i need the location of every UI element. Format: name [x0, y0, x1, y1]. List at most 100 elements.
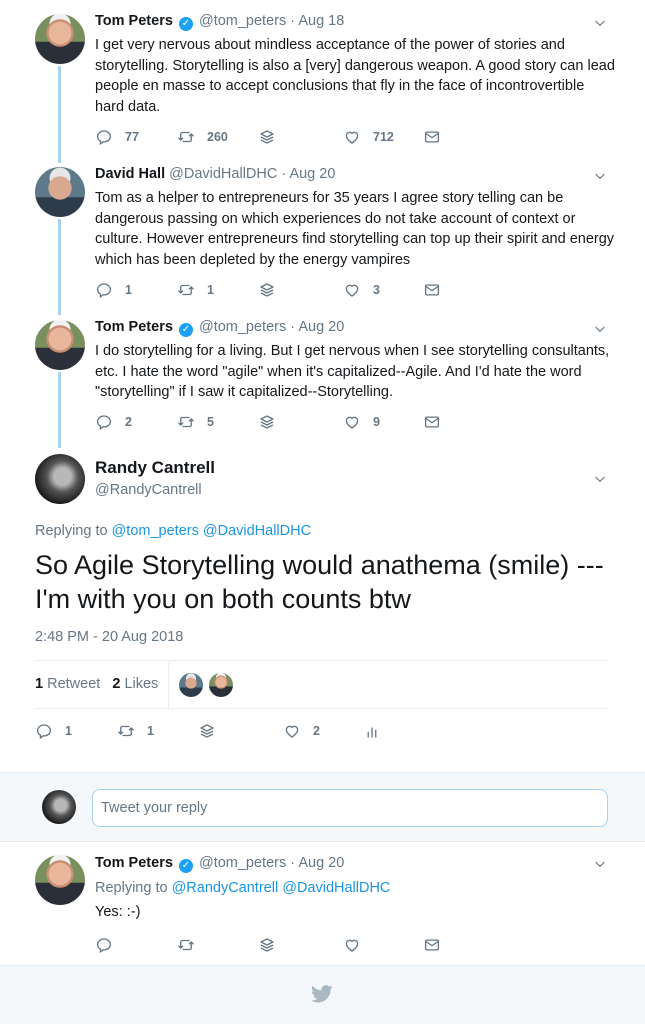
tweet-header: Tom Peters ✓ @tom_peters · Aug 18: [95, 13, 344, 31]
liker-avatar[interactable]: [209, 673, 233, 697]
reply-button[interactable]: 77: [95, 128, 139, 146]
chevron-down-icon[interactable]: [593, 169, 607, 183]
message-button[interactable]: [423, 936, 441, 954]
stack-icon: [258, 281, 276, 299]
avatar[interactable]: [35, 855, 85, 905]
tweet-date[interactable]: Aug 20: [289, 166, 335, 182]
author-handle[interactable]: @tom_peters: [199, 319, 286, 335]
retweet-count: 1: [207, 283, 214, 297]
reply-icon: [95, 281, 113, 299]
tweet[interactable]: Tom Peters ✓ @tom_peters · Aug 20 Replyi…: [0, 842, 645, 964]
stack-icon: [258, 413, 276, 431]
like-stat[interactable]: 2 Likes: [112, 676, 158, 692]
like-button[interactable]: [343, 936, 361, 954]
stack-button[interactable]: [258, 936, 276, 954]
tweet[interactable]: Tom Peters ✓ @tom_peters · Aug 18 I get …: [0, 0, 645, 163]
reply-input[interactable]: Tweet your reply: [92, 789, 608, 827]
message-button[interactable]: [423, 281, 441, 299]
retweet-button[interactable]: [177, 936, 195, 954]
liker-avatar[interactable]: [179, 673, 203, 697]
divider: [35, 708, 608, 709]
reply-icon: [35, 722, 53, 740]
reply-count: 77: [125, 130, 139, 144]
tweet-date[interactable]: Aug 20: [298, 319, 344, 335]
stack-button[interactable]: [258, 281, 276, 299]
retweet-stat[interactable]: 1 Retweet: [35, 676, 100, 692]
author-handle[interactable]: @tom_peters: [199, 855, 286, 871]
verified-badge-icon: ✓: [178, 17, 193, 31]
avatar[interactable]: [35, 320, 85, 370]
author-handle[interactable]: @tom_peters: [199, 13, 286, 29]
chevron-down-icon[interactable]: [593, 857, 607, 871]
stat-divider: [168, 662, 169, 708]
retweet-icon: [177, 128, 195, 146]
verified-badge-icon: ✓: [178, 859, 193, 873]
like-count: 9: [373, 415, 380, 429]
separator-dot: ·: [290, 13, 296, 29]
tweet-header: David Hall @DavidHallDHC · Aug 20: [95, 166, 335, 182]
tweet-date[interactable]: Aug 20: [298, 855, 344, 871]
stack-button[interactable]: [198, 722, 216, 740]
author-name[interactable]: Tom Peters: [95, 319, 173, 335]
tweet-date[interactable]: Aug 18: [298, 13, 344, 29]
author-handle[interactable]: @DavidHallDHC: [169, 166, 277, 182]
reply-icon: [95, 128, 113, 146]
reply-button[interactable]: [95, 936, 113, 954]
like-button[interactable]: 9: [343, 413, 380, 431]
author-name[interactable]: David Hall: [95, 166, 165, 182]
chevron-down-icon[interactable]: [593, 322, 607, 336]
retweet-count: 1: [147, 724, 154, 738]
avatar[interactable]: [35, 14, 85, 64]
message-button[interactable]: [423, 128, 441, 146]
retweet-stat-count: 1: [35, 676, 44, 692]
author-name[interactable]: Randy Cantrell: [95, 458, 215, 478]
reply-count: 2: [125, 415, 132, 429]
like-button[interactable]: 3: [343, 281, 380, 299]
retweet-button[interactable]: 5: [177, 413, 214, 431]
retweet-icon: [177, 281, 195, 299]
retweet-button[interactable]: 1: [117, 722, 154, 740]
like-button[interactable]: 2: [283, 722, 320, 740]
stack-button[interactable]: [258, 413, 276, 431]
avatar[interactable]: [35, 167, 85, 217]
heart-icon: [343, 281, 361, 299]
heart-icon: [343, 413, 361, 431]
tweet-text: Tom as a helper to entrepreneurs for 35 …: [95, 190, 615, 268]
like-button[interactable]: 712: [343, 128, 394, 146]
retweet-icon: [117, 722, 135, 740]
stack-icon: [258, 128, 276, 146]
reply-button[interactable]: 1: [95, 281, 132, 299]
mention-link[interactable]: @DavidHallDHC: [203, 523, 311, 539]
tweet[interactable]: David Hall @DavidHallDHC · Aug 20 Tom as…: [0, 153, 645, 313]
stack-button[interactable]: [258, 128, 276, 146]
mention-link[interactable]: @DavidHallDHC: [282, 880, 390, 896]
retweet-button[interactable]: 1: [177, 281, 214, 299]
author-handle[interactable]: @RandyCantrell: [95, 482, 202, 498]
tweet-timestamp[interactable]: 2:48 PM - 20 Aug 2018: [35, 629, 183, 645]
user-avatar[interactable]: [42, 790, 76, 824]
replying-to-label: Replying to: [95, 880, 168, 896]
reply-button[interactable]: 1: [35, 722, 72, 740]
analytics-button[interactable]: [363, 722, 381, 740]
twitter-bird-icon: [311, 985, 333, 1003]
mention-link[interactable]: @RandyCantrell: [172, 880, 279, 896]
author-name[interactable]: Tom Peters: [95, 855, 173, 871]
message-button[interactable]: [423, 413, 441, 431]
retweet-button[interactable]: 260: [177, 128, 228, 146]
mention-link[interactable]: @tom_peters: [112, 523, 199, 539]
chevron-down-icon[interactable]: [593, 16, 607, 30]
reply-button[interactable]: 2: [95, 413, 132, 431]
heart-icon: [283, 722, 301, 740]
footer: [0, 965, 645, 1024]
reply-count: 1: [125, 283, 132, 297]
chevron-down-icon[interactable]: [593, 472, 607, 486]
avatar[interactable]: [35, 454, 85, 504]
author-name[interactable]: Tom Peters: [95, 13, 173, 29]
reply-icon: [95, 936, 113, 954]
like-stat-label: Likes: [124, 676, 159, 692]
heart-icon: [343, 936, 361, 954]
tweet[interactable]: Tom Peters ✓ @tom_peters · Aug 20 I do s…: [0, 306, 645, 446]
separator-dot: ·: [281, 166, 287, 182]
retweet-count: 5: [207, 415, 214, 429]
main-tweet-text: So Agile Storytelling would anathema (sm…: [35, 550, 604, 614]
